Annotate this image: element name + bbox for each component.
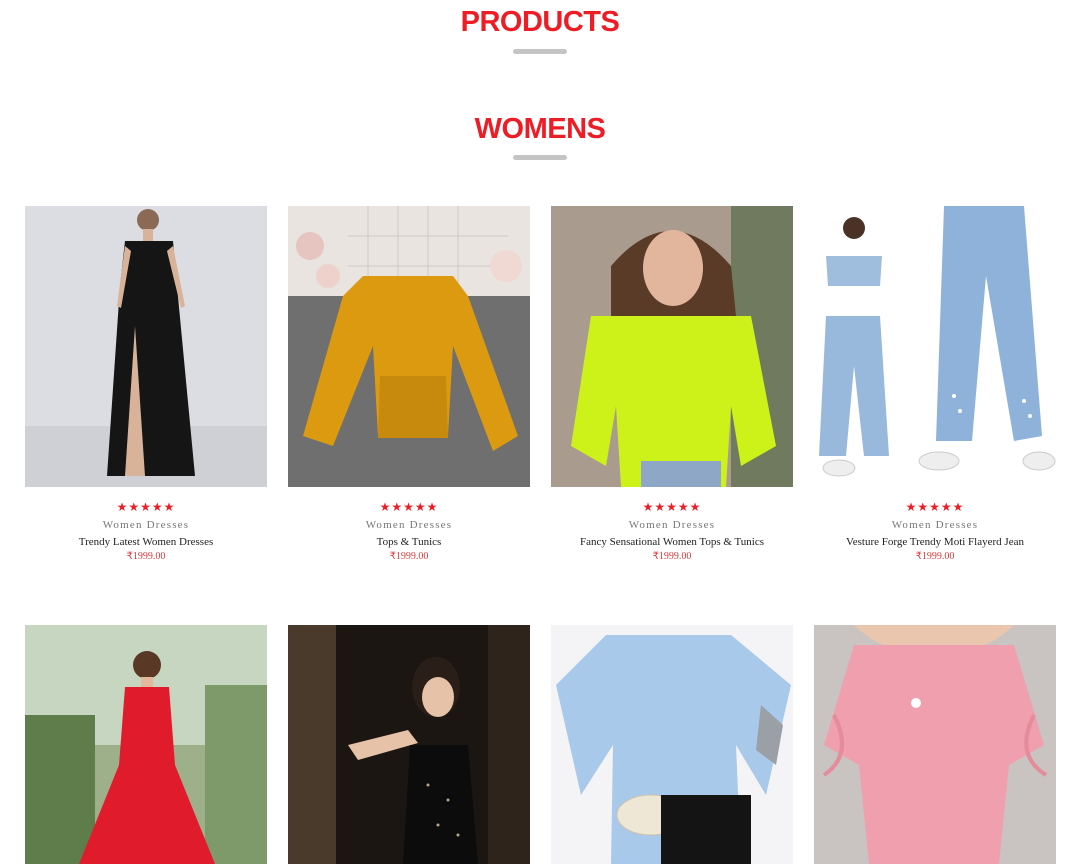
product-name[interactable]: Tops & Tunics [288, 535, 530, 549]
product-name[interactable]: Trendy Latest Women Dresses [25, 535, 267, 549]
product-image-black-dress[interactable] [25, 206, 267, 487]
product-category: Women Dresses [102, 519, 190, 531]
product-category: Women Dresses [891, 519, 979, 531]
product-card[interactable]: ★★★★★ Women Dresses Vesture Forge Trendy… [814, 206, 1056, 563]
product-price: ₹1999.00 [389, 551, 429, 562]
product-card[interactable]: ★★★★★ Women Dresses Tops & Tunics ₹1999.… [288, 206, 530, 563]
product-card[interactable]: ★★★★★ Women Dresses Fancy Sensational Wo… [551, 206, 793, 563]
product-image-neon-top[interactable] [551, 206, 793, 487]
rating-stars: ★★★★★ [642, 500, 702, 514]
product-card[interactable] [25, 625, 267, 864]
product-price: ₹1999.00 [126, 551, 166, 562]
womens-heading-divider [513, 155, 567, 160]
product-category: Women Dresses [365, 519, 453, 531]
product-card[interactable]: ★★★★★ Women Dresses Trendy Latest Women … [25, 206, 267, 563]
product-card[interactable] [551, 625, 793, 864]
rating-stars: ★★★★★ [116, 500, 176, 514]
product-name[interactable]: Fancy Sensational Women Tops & Tunics [551, 535, 793, 549]
product-image-denim-jeans[interactable] [814, 206, 1056, 487]
womens-heading: WOMENS [474, 113, 606, 145]
rating-stars: ★★★★★ [905, 500, 965, 514]
products-heading: PRODUCTS [460, 6, 620, 38]
product-name[interactable]: Vesture Forge Trendy Moti Flayerd Jean [814, 535, 1056, 549]
rating-stars: ★★★★★ [379, 500, 439, 514]
product-image-blue-knit-top[interactable] [551, 625, 793, 864]
product-image-red-dress[interactable] [25, 625, 267, 864]
product-price: ₹1999.00 [652, 551, 692, 562]
product-category: Women Dresses [628, 519, 716, 531]
product-price: ₹1999.00 [915, 551, 955, 562]
product-card[interactable] [288, 625, 530, 864]
product-image-pink-ruffle-top[interactable] [814, 625, 1056, 864]
product-image-mustard-top[interactable] [288, 206, 530, 487]
product-image-black-sequin-dress[interactable] [288, 625, 530, 864]
products-heading-divider [513, 49, 567, 54]
product-card[interactable] [814, 625, 1056, 864]
